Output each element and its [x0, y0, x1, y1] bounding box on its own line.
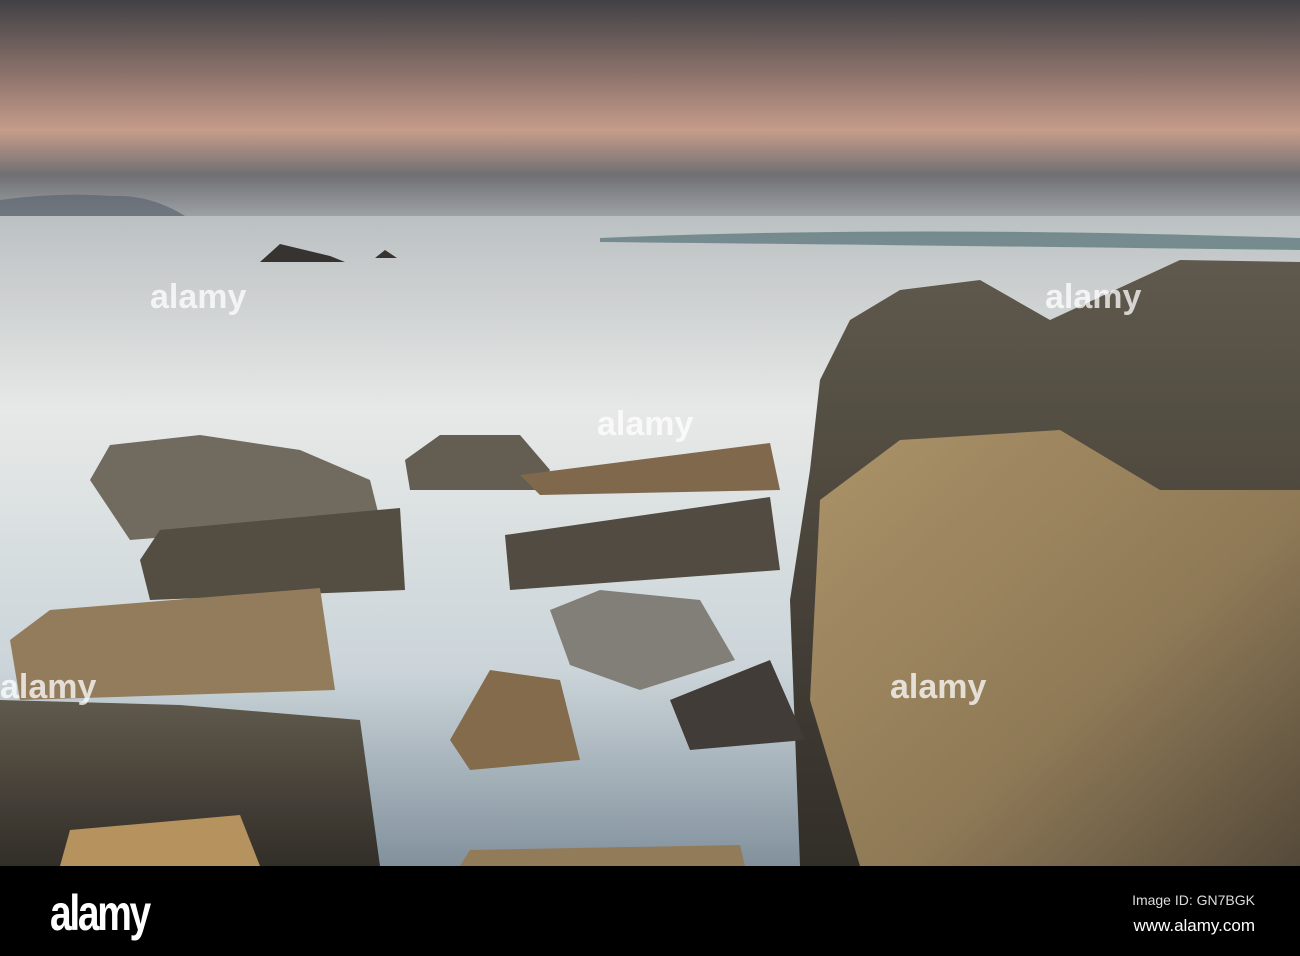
- website-link[interactable]: www.alamy.com: [1133, 916, 1255, 936]
- watermark: alamy: [597, 405, 694, 443]
- watermark: alamy: [150, 278, 247, 316]
- footer-bar: alamy Image ID: GN7BGK www.alamy.com: [0, 866, 1300, 956]
- watermark: alamy: [0, 668, 97, 706]
- watermark: alamy: [890, 668, 987, 706]
- alamy-logo: alamy: [50, 885, 151, 941]
- watermark: alamy: [1045, 278, 1142, 316]
- stock-photo: alamy alamy alamy alamy alamy alamy Imag…: [0, 0, 1300, 956]
- image-id: Image ID: GN7BGK: [1132, 892, 1255, 908]
